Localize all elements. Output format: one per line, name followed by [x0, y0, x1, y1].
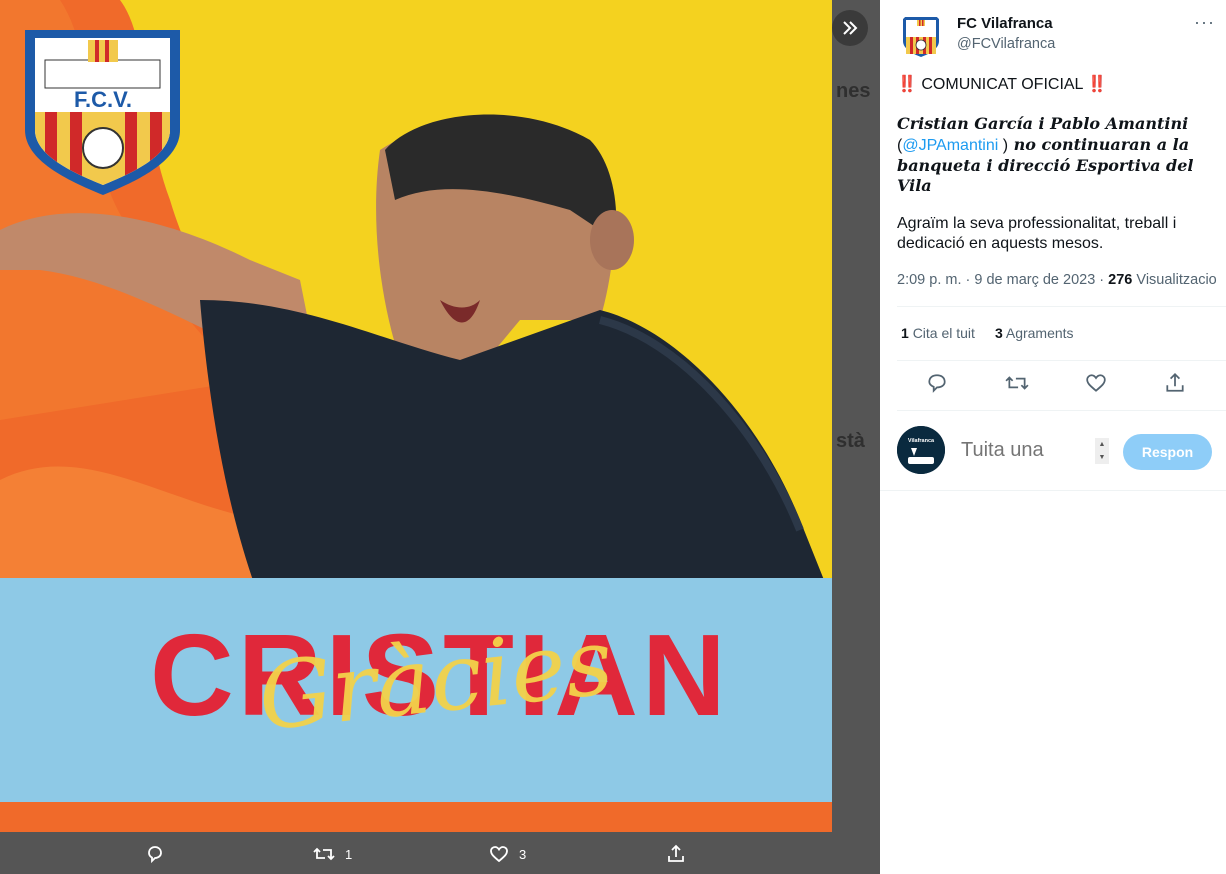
reply-icon — [148, 846, 162, 864]
paren-close: ) — [998, 137, 1009, 154]
club-crest-avatar — [903, 17, 939, 57]
tweet-media-image: F.C.V. CRISTIAN Gràcies — [0, 0, 832, 832]
quotes-count: 1 — [901, 325, 909, 341]
author-avatar[interactable] — [897, 11, 945, 59]
likes-label: Agraments — [1005, 325, 1074, 341]
tweet-action-bar — [897, 372, 1217, 396]
user-avatar: Vilafranca — [897, 426, 945, 474]
media-retweet-button[interactable]: 1 — [313, 844, 352, 864]
like-button[interactable] — [1085, 372, 1109, 396]
expand-panel-button[interactable] — [832, 10, 868, 46]
input-spinner[interactable]: ▲ ▼ — [1095, 438, 1109, 464]
reply-button[interactable] — [926, 372, 950, 396]
quotes-stat[interactable]: 1 Cita el tuit — [901, 325, 975, 341]
reply-input[interactable] — [959, 438, 1093, 463]
media-like-count: 3 — [519, 846, 527, 862]
reply-icon — [928, 374, 946, 393]
media-reply-button[interactable] — [145, 844, 165, 864]
media-like-button[interactable]: 3 — [489, 844, 526, 864]
tweet-stats: 1 Cita el tuit 3 Agraments — [901, 325, 1074, 341]
divider — [897, 410, 1226, 411]
tweet-names: Cristian García i Pablo Amantini — [897, 114, 1189, 133]
author-handle[interactable]: @FCVilafranca — [957, 36, 1055, 52]
tweet-text-thanks: Agraïm la seva professionalitat, treball… — [897, 215, 1177, 252]
media-retweet-count: 1 — [345, 846, 353, 862]
quotes-label: Cita el tuit — [912, 325, 975, 341]
share-icon — [1166, 372, 1184, 392]
avatar-text: Vilafranca — [908, 438, 935, 444]
heart-icon — [490, 846, 508, 863]
share-icon — [668, 844, 684, 862]
heart-icon — [1086, 374, 1106, 392]
share-button[interactable] — [1164, 372, 1188, 396]
divider — [880, 490, 1226, 491]
tweet-text-body: Cristian García i Pablo Amantini (@JPAma… — [897, 114, 1215, 196]
tweet-meta: 2:09 p. m. · 9 de març de 2023 · 276 Vis… — [897, 272, 1217, 288]
reply-submit-button[interactable]: Respon — [1123, 434, 1212, 470]
more-options-button[interactable]: ··· — [1194, 12, 1215, 33]
likes-count: 3 — [994, 325, 1003, 341]
tweet-timestamp[interactable]: 2:09 p. m. · 9 de març de 2023 · — [897, 272, 1108, 288]
media-share-button[interactable] — [666, 844, 686, 864]
retweet-icon — [1005, 376, 1029, 390]
crest-text: F.C.V. — [74, 87, 132, 112]
likes-stat[interactable]: 3 Agraments — [995, 325, 1074, 341]
tweet-text-heading: ‼️ COMUNICAT OFICIAL ‼️ — [897, 76, 1108, 93]
media-action-bar: 1 3 — [0, 832, 880, 874]
retweet-button[interactable] — [1005, 372, 1029, 396]
mention-link[interactable]: @JPAmantini — [902, 137, 998, 154]
retweet-icon — [313, 847, 335, 861]
views-count: 276 — [1108, 272, 1133, 288]
divider — [897, 306, 1226, 307]
views-label: Visualitzacio — [1132, 272, 1217, 288]
double-chevron-right-icon — [843, 21, 858, 35]
tweet-detail-panel: FC Vilafranca @FCVilafranca ··· ‼️ COMUN… — [880, 0, 1226, 874]
divider — [897, 360, 1226, 361]
user-avatar-logo: Vilafranca — [897, 426, 945, 474]
author-name[interactable]: FC Vilafranca — [957, 15, 1053, 32]
media-artwork: F.C.V. CRISTIAN Gràcies — [0, 0, 832, 832]
